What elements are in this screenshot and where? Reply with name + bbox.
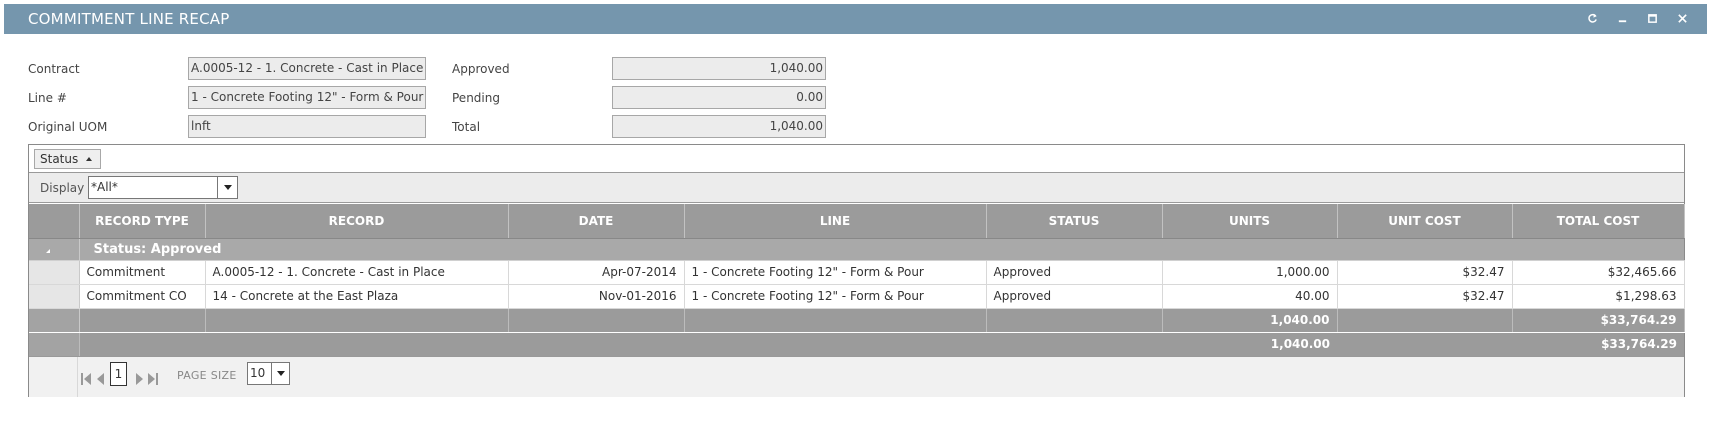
original-uom-label: Original UOM [28, 120, 108, 134]
pending-label: Pending [452, 91, 500, 105]
cell-date: Apr-07-2014 [508, 260, 685, 285]
previous-page-icon[interactable] [95, 371, 107, 385]
column-header-unit-cost[interactable]: UNIT COST [1337, 204, 1513, 239]
group-subtotal-row: 1,040.00 $33,764.29 [29, 308, 1685, 333]
column-header-date[interactable]: DATE [508, 204, 685, 239]
cell-record: 14 - Concrete at the East Plaza [205, 284, 509, 309]
collapse-icon [46, 248, 50, 253]
recap-grid: Status Display *All* RECORD TYPE RECORD [28, 144, 1685, 397]
subtotal-empty [508, 308, 685, 333]
display-label: Display [40, 181, 85, 195]
total-field[interactable]: 1,040.00 [612, 115, 826, 138]
pager: 1 PAGE SIZE 10 [29, 357, 1684, 397]
table-header-row: RECORD TYPE RECORD DATE LINE STATUS UNIT… [29, 204, 1685, 239]
subtotal-empty [205, 308, 509, 333]
chevron-down-icon[interactable] [217, 177, 237, 198]
window-controls [1585, 10, 1689, 26]
column-header-line[interactable]: LINE [684, 204, 987, 239]
grand-total-row: 1,040.00 $33,764.29 [29, 332, 1684, 357]
commitment-line-recap-window: COMMITMENT LINE RECAP Contract A.0005-12… [0, 0, 1711, 426]
table-row[interactable]: Commitment CO 14 - Concrete at the East … [29, 284, 1685, 309]
recap-table: RECORD TYPE RECORD DATE LINE STATUS UNIT… [29, 204, 1685, 357]
total-empty [684, 332, 986, 357]
cell-total-cost: $1,298.63 [1512, 284, 1685, 309]
chevron-down-icon[interactable] [271, 363, 289, 384]
display-select[interactable]: *All* [88, 176, 238, 199]
title-bar: COMMITMENT LINE RECAP [4, 4, 1707, 34]
total-gutter [29, 332, 80, 357]
cell-unit-cost: $32.47 [1337, 260, 1513, 285]
row-selector[interactable] [29, 260, 80, 285]
column-header-record-type[interactable]: RECORD TYPE [79, 204, 206, 239]
subtotal-empty [986, 308, 1163, 333]
cell-record-type: Commitment CO [79, 284, 206, 309]
total-empty [205, 332, 508, 357]
close-icon[interactable] [1675, 10, 1689, 26]
original-uom-field[interactable]: lnft [188, 115, 426, 138]
minimize-icon[interactable] [1615, 10, 1629, 26]
total-empty [986, 332, 1162, 357]
total-empty [1337, 332, 1512, 357]
pending-field[interactable]: 0.00 [612, 86, 826, 109]
row-selector[interactable] [29, 284, 80, 309]
first-page-icon[interactable] [80, 371, 92, 385]
cell-units: 1,000.00 [1162, 260, 1338, 285]
page-size-select[interactable]: 10 [247, 362, 290, 385]
subtotal-empty [684, 308, 987, 333]
cell-unit-cost: $32.47 [1337, 284, 1513, 309]
approved-field[interactable]: 1,040.00 [612, 57, 826, 80]
line-label: Line # [28, 91, 67, 105]
sort-ascending-icon [86, 157, 92, 161]
cell-status: Approved [986, 260, 1163, 285]
cell-date: Nov-01-2016 [508, 284, 685, 309]
total-label: Total [452, 120, 481, 134]
contract-label: Contract [28, 62, 80, 76]
column-header-record[interactable]: RECORD [205, 204, 509, 239]
contract-field[interactable]: A.0005-12 - 1. Concrete - Cast in Place [188, 57, 426, 80]
display-select-value: *All* [91, 180, 118, 194]
subtotal-units: 1,040.00 [1162, 308, 1338, 333]
cell-line: 1 - Concrete Footing 12" - Form & Pour [684, 284, 987, 309]
pager-gutter [29, 357, 78, 397]
next-page-icon[interactable] [133, 371, 145, 385]
total-empty [508, 332, 684, 357]
grand-total-units: 1,040.00 [1162, 332, 1337, 357]
cell-units: 40.00 [1162, 284, 1338, 309]
cell-status: Approved [986, 284, 1163, 309]
line-field[interactable]: 1 - Concrete Footing 12" - Form & Pour [188, 86, 426, 109]
subtotal-empty [79, 308, 206, 333]
window-title: COMMITMENT LINE RECAP [28, 10, 230, 28]
subtotal-total-cost: $33,764.29 [1512, 308, 1685, 333]
group-title: Status: Approved [79, 238, 1684, 261]
subtotal-gutter [29, 308, 80, 333]
page-size-label: PAGE SIZE [177, 369, 237, 382]
current-page[interactable]: 1 [110, 362, 127, 386]
last-page-icon[interactable] [147, 371, 159, 385]
approved-label: Approved [452, 62, 510, 76]
group-row: Status: Approved [29, 238, 1684, 261]
maximize-icon[interactable] [1645, 10, 1659, 26]
column-header-expander [29, 204, 80, 239]
group-collapse-toggle[interactable] [29, 238, 80, 261]
refresh-icon[interactable] [1585, 10, 1599, 26]
cell-record: A.0005-12 - 1. Concrete - Cast in Place [205, 260, 509, 285]
column-header-units[interactable]: UNITS [1162, 204, 1338, 239]
cell-record-type: Commitment [79, 260, 206, 285]
display-filter-bar: Display *All* [29, 173, 1684, 203]
total-empty [79, 332, 205, 357]
cell-line: 1 - Concrete Footing 12" - Form & Pour [684, 260, 987, 285]
cell-total-cost: $32,465.66 [1512, 260, 1685, 285]
page-size-value: 10 [250, 366, 266, 380]
subtotal-empty [1337, 308, 1513, 333]
column-header-status[interactable]: STATUS [986, 204, 1163, 239]
column-header-total-cost[interactable]: TOTAL COST [1512, 204, 1685, 239]
group-chip-status[interactable]: Status [34, 149, 101, 169]
table-row[interactable]: Commitment A.0005-12 - 1. Concrete - Cas… [29, 260, 1685, 285]
grand-total-cost: $33,764.29 [1512, 332, 1684, 357]
group-chip-label: Status [40, 152, 79, 166]
group-by-bar: Status [29, 145, 1684, 173]
